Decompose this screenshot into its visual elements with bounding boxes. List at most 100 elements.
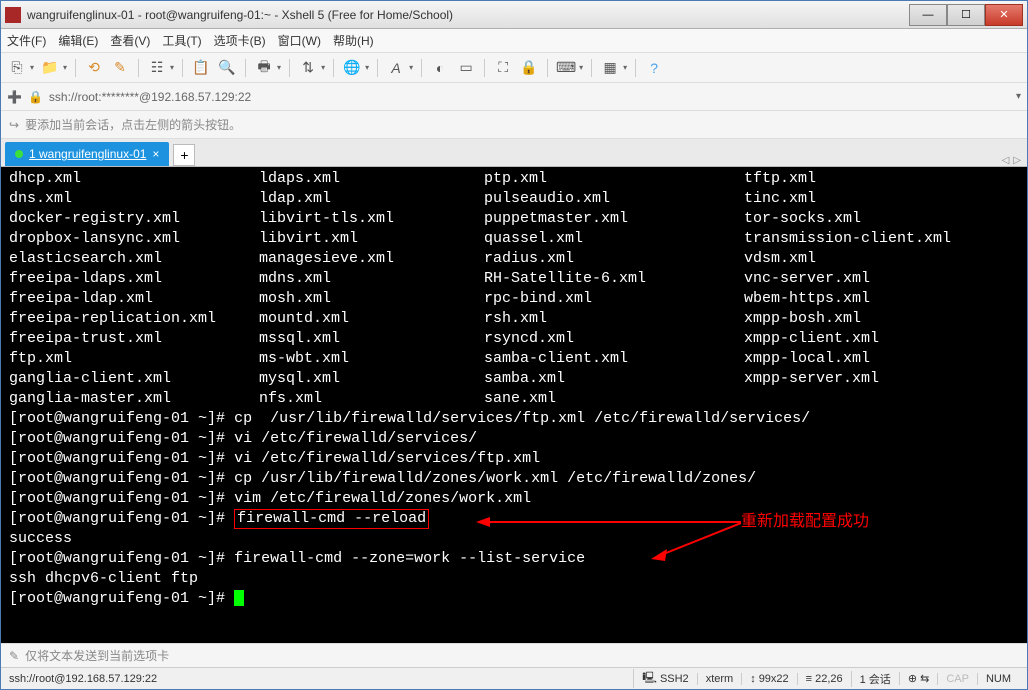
file-item: xmpp-client.xml [744, 330, 879, 347]
prompt: [root@wangruifeng-01 ~]# [9, 470, 225, 487]
file-item: docker-registry.xml [9, 210, 180, 227]
file-item: quassel.xml [484, 230, 583, 247]
prompt: [root@wangruifeng-01 ~]# [9, 430, 225, 447]
file-item: nfs.xml [259, 390, 322, 407]
prompt: [root@wangruifeng-01 ~]# [9, 550, 225, 567]
toolbar: ⎘▾ 📁▾ ⟲ ✎ ☷▾ 📋 🔍 🖶▾ ⇅▾ 🌐▾ A▾ ◐ ▭ ⛶ 🔒 ⌨▾ … [1, 53, 1027, 83]
help-icon[interactable]: ? [644, 58, 664, 78]
output-line: success [9, 530, 72, 547]
status-dot-icon [15, 150, 23, 158]
status-bar: ssh://root@192.168.57.129:22 🖳 SSH2 xter… [1, 667, 1027, 689]
refresh-icon[interactable]: ◐ [430, 58, 450, 78]
open-folder-icon[interactable]: 📁 [40, 58, 60, 78]
output-line: ssh dhcpv6-client ftp [9, 570, 198, 587]
compose-hint: 仅将文本发送到当前选项卡 [25, 647, 169, 664]
status-size: ↕ 99x22 [741, 673, 796, 685]
file-item: freeipa-ldaps.xml [9, 270, 162, 287]
disconnect-icon[interactable]: ✎ [110, 58, 130, 78]
menu-view[interactable]: 查看(V) [110, 32, 150, 49]
compose-icon[interactable]: ✎ [9, 649, 19, 663]
minimize-button[interactable]: — [909, 4, 947, 26]
properties-icon[interactable]: ☷ [147, 58, 167, 78]
layout-icon[interactable]: ▦ [600, 58, 620, 78]
tab-add-button[interactable]: + [173, 144, 195, 166]
screen-icon[interactable]: ▭ [456, 58, 476, 78]
status-cap: CAP [937, 673, 977, 685]
menu-tools[interactable]: 工具(T) [162, 32, 201, 49]
file-item: samba-client.xml [484, 350, 628, 367]
cmd-line: firewall-cmd --zone=work --list-service [234, 550, 585, 567]
add-session-icon[interactable]: ➕ [7, 90, 22, 104]
transfer-icon[interactable]: ⇅ [298, 58, 318, 78]
keyboard-icon[interactable]: ⌨ [556, 58, 576, 78]
tab-close-icon[interactable]: × [152, 147, 159, 161]
file-item: ptp.xml [484, 170, 547, 187]
address-bar: ➕ 🔒 ssh://root:********@192.168.57.129:2… [1, 83, 1027, 111]
close-button[interactable]: ✕ [985, 4, 1023, 26]
status-connection: ssh://root@192.168.57.129:22 [9, 673, 633, 685]
prompt: [root@wangruifeng-01 ~]# [9, 410, 225, 427]
menu-edit[interactable]: 编辑(E) [58, 32, 98, 49]
hint-text: 要添加当前会话，点击左侧的箭头按钮。 [25, 116, 241, 133]
file-item: ganglia-client.xml [9, 370, 171, 387]
prompt: [root@wangruifeng-01 ~]# [9, 490, 225, 507]
file-item: ldap.xml [259, 190, 331, 207]
file-item: xmpp-local.xml [744, 350, 870, 367]
file-item: vnc-server.xml [744, 270, 870, 287]
file-item: vdsm.xml [744, 250, 816, 267]
cmd-line: vi /etc/firewalld/services/ [234, 430, 477, 447]
annotation-arrow-2-icon [651, 521, 741, 561]
window-title: wangruifenglinux-01 - root@wangruifeng-0… [27, 8, 909, 22]
fullscreen-icon[interactable]: ⛶ [493, 58, 513, 78]
maximize-button[interactable]: ☐ [947, 4, 985, 26]
file-item: puppetmaster.xml [484, 210, 628, 227]
hint-arrow-icon[interactable]: ↪ [9, 118, 19, 132]
file-item: libvirt.xml [259, 230, 358, 247]
menu-help[interactable]: 帮助(H) [333, 32, 374, 49]
cmd-line: vi /etc/firewalld/services/ftp.xml [234, 450, 540, 467]
terminal-output[interactable]: dhcp.xml dns.xml docker-registry.xml dro… [1, 167, 1027, 643]
menu-tabs[interactable]: 选项卡(B) [214, 32, 266, 49]
status-num: NUM [977, 673, 1019, 685]
menu-window[interactable]: 窗口(W) [278, 32, 321, 49]
globe-icon[interactable]: 🌐 [342, 58, 362, 78]
file-item: ldaps.xml [259, 170, 340, 187]
file-item: managesieve.xml [259, 250, 394, 267]
compose-bar: ✎ 仅将文本发送到当前选项卡 [1, 643, 1027, 667]
file-item: elasticsearch.xml [9, 250, 162, 267]
menu-file[interactable]: 文件(F) [7, 32, 46, 49]
file-item: mdns.xml [259, 270, 331, 287]
lock-icon[interactable]: 🔒 [519, 58, 539, 78]
file-item: dns.xml [9, 190, 72, 207]
cmd-line: cp /usr/lib/firewalld/zones/work.xml /et… [234, 470, 756, 487]
address-text[interactable]: ssh://root:********@192.168.57.129:22 [49, 90, 1010, 104]
file-item: xmpp-server.xml [744, 370, 879, 387]
file-item: dhcp.xml [9, 170, 81, 187]
tab-next-icon[interactable]: ▷ [1013, 155, 1021, 166]
reconnect-icon[interactable]: ⟲ [84, 58, 104, 78]
tab-session-1[interactable]: 1 wangruifenglinux-01 × [5, 142, 169, 166]
file-item: ftp.xml [9, 350, 72, 367]
copy-icon[interactable]: 📋 [191, 58, 211, 78]
file-item: rsyncd.xml [484, 330, 574, 347]
cmd-highlight: firewall-cmd --reload [234, 509, 429, 529]
tab-nav: ◁ ▷ [1002, 155, 1021, 166]
hint-bar: ↪ 要添加当前会话，点击左侧的箭头按钮。 [1, 111, 1027, 139]
tab-prev-icon[interactable]: ◁ [1002, 155, 1010, 166]
file-item: pulseaudio.xml [484, 190, 610, 207]
file-item: tor-socks.xml [744, 210, 861, 227]
prompt: [root@wangruifeng-01 ~]# [9, 510, 225, 527]
file-item: rpc-bind.xml [484, 290, 592, 307]
file-item: freeipa-replication.xml [9, 310, 216, 327]
annotation-text: 重新加载配置成功 [741, 512, 869, 532]
font-icon[interactable]: A [386, 58, 406, 78]
paste-icon[interactable]: 🔍 [217, 58, 237, 78]
file-item: tinc.xml [744, 190, 816, 207]
lock-icon: 🔒 [28, 90, 43, 104]
file-item: mysql.xml [259, 370, 340, 387]
terminal-cursor [234, 590, 244, 606]
new-session-icon[interactable]: ⎘ [7, 58, 27, 78]
address-dropdown-icon[interactable]: ▾ [1016, 91, 1021, 102]
print-icon[interactable]: 🖶 [254, 58, 274, 78]
file-item: transmission-client.xml [744, 230, 951, 247]
